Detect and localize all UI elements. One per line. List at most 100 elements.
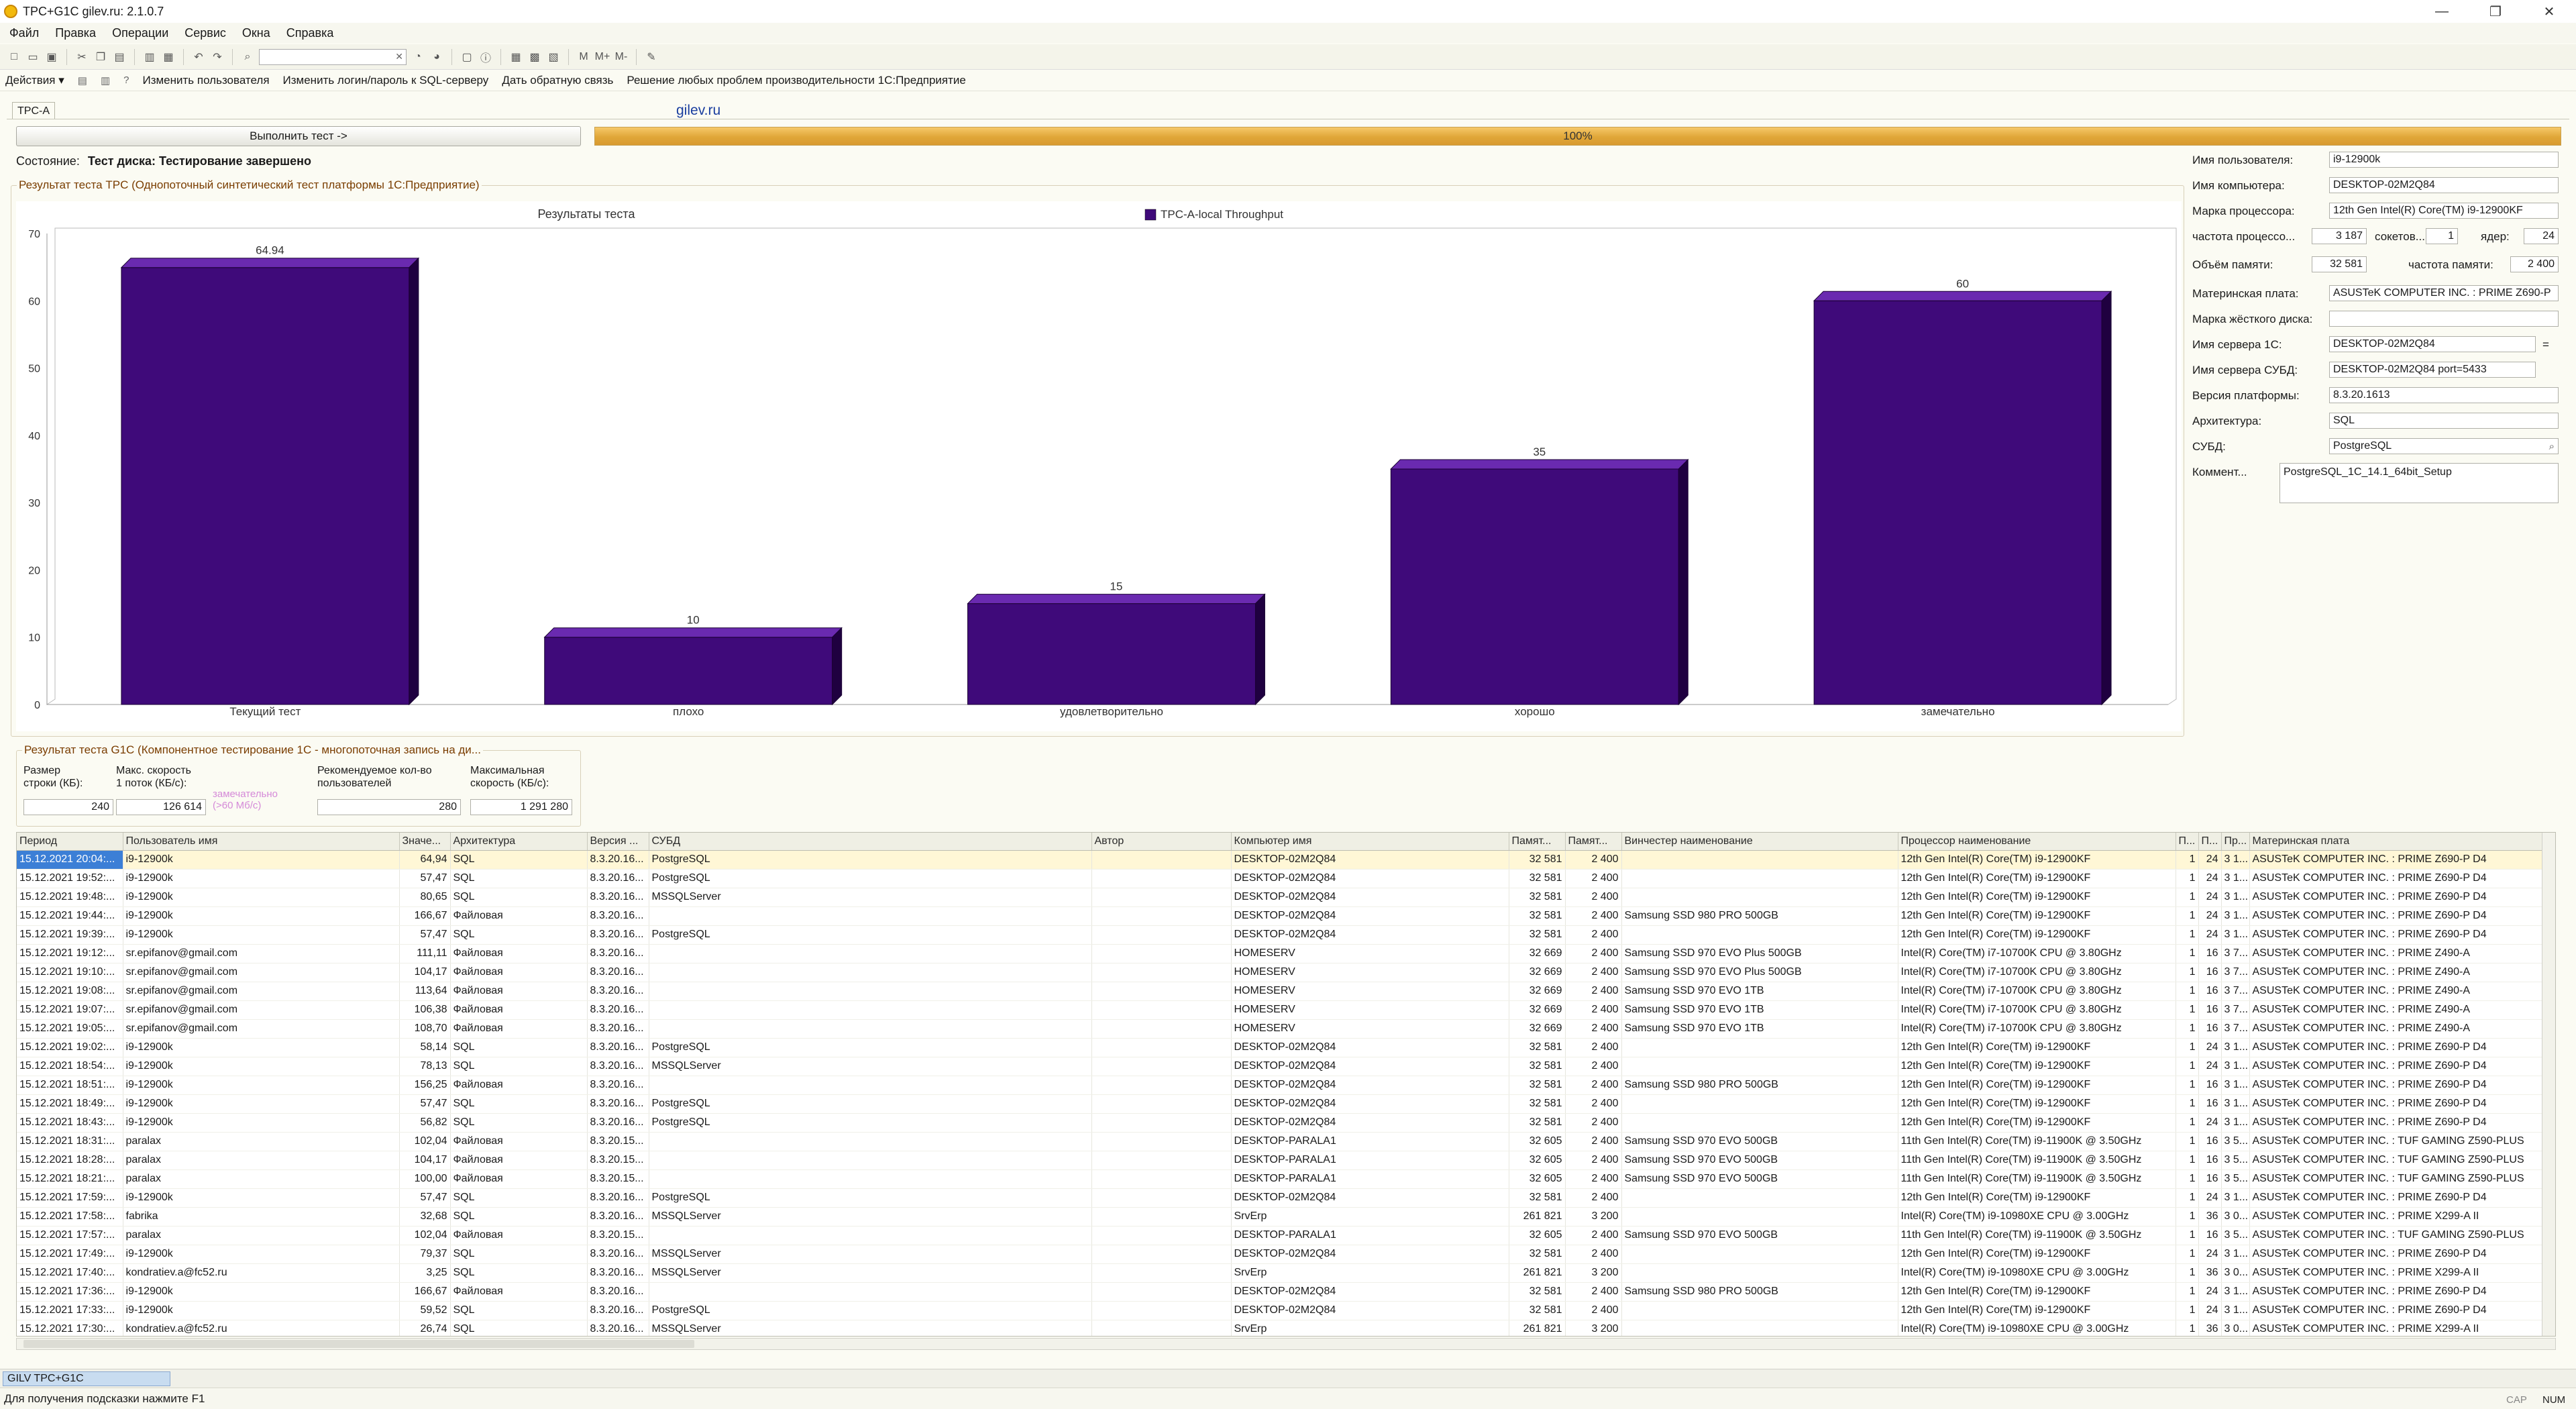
clear-icon[interactable]: ✕ xyxy=(395,51,403,62)
column-header[interactable]: Памят... xyxy=(1509,833,1566,851)
table-row[interactable]: 15.12.2021 17:30:... kondratiev.a@fc52.ru… xyxy=(17,1320,2544,1336)
column-header[interactable]: СУБД xyxy=(649,833,1092,851)
column-header[interactable]: Процессор наименование xyxy=(1898,833,2176,851)
column-header[interactable]: Памят... xyxy=(1565,833,1622,851)
menu-file[interactable]: Файл xyxy=(9,26,39,40)
table-row[interactable]: 15.12.2021 18:54:... i9-12900k 78,13 SQL 8.3… xyxy=(17,1057,2544,1076)
sockets-field[interactable]: 1 xyxy=(2426,228,2458,244)
table-row[interactable]: 15.12.2021 17:59:... i9-12900k 57,47 SQL 8.3… xyxy=(17,1188,2544,1208)
menu-service[interactable]: Сервис xyxy=(184,26,226,40)
table-row[interactable]: 15.12.2021 19:10:... sr.epifanov@gmail.co… xyxy=(17,963,2544,982)
site-link[interactable]: gilev.ru xyxy=(676,103,720,119)
table-row[interactable]: 15.12.2021 19:02:... i9-12900k 58,14 SQL 8.3… xyxy=(17,1038,2544,1057)
redo-icon[interactable]: ↷ xyxy=(210,50,225,64)
run-test-button[interactable]: Выполнить тест -> xyxy=(16,126,581,146)
table-row[interactable]: 15.12.2021 19:44:... i9-12900k 166,67 Файло… xyxy=(17,906,2544,926)
platform-field[interactable]: 8.3.20.1613 xyxy=(2329,387,2559,403)
column-header[interactable]: Пользователь имя xyxy=(123,833,400,851)
column-header[interactable]: П... xyxy=(2176,833,2199,851)
undo-icon[interactable]: ↶ xyxy=(191,50,206,64)
scroll-thumb[interactable] xyxy=(23,1340,694,1348)
cores-field[interactable]: 24 xyxy=(2524,228,2559,244)
change-sql-login-link[interactable]: Изменить логин/пароль к SQL-серверу xyxy=(283,74,489,87)
table-row[interactable]: 15.12.2021 17:36:... i9-12900k 166,67 Файло… xyxy=(17,1282,2544,1302)
table-row[interactable]: 15.12.2021 19:05:... sr.epifanov@gmail.co… xyxy=(17,1019,2544,1039)
column-header[interactable]: Архитектура xyxy=(450,833,588,851)
server-1c-field[interactable]: DESKTOP-02M2Q84 xyxy=(2329,336,2536,352)
menu-edit[interactable]: Правка xyxy=(55,26,96,40)
actions-menu[interactable]: Действия ▾ xyxy=(5,74,64,87)
feedback-link[interactable]: Дать обратную связь xyxy=(502,74,613,87)
print-icon[interactable]: ▥ xyxy=(142,50,157,64)
performance-link[interactable]: Решение любых проблем производительности… xyxy=(627,74,966,87)
new-doc-icon[interactable]: □ xyxy=(7,50,21,64)
table-row[interactable]: 15.12.2021 19:52:... i9-12900k 57,47 SQL 8.3… xyxy=(17,869,2544,888)
column-header[interactable]: П... xyxy=(2198,833,2222,851)
open-folder-icon[interactable]: ▭ xyxy=(25,50,40,64)
column-header[interactable]: Материнская плата xyxy=(2249,833,2544,851)
dbms-field[interactable]: PostgreSQL ⌕ xyxy=(2329,438,2559,454)
find-next-icon[interactable]: ◔ xyxy=(411,50,425,64)
cpu-field[interactable]: 12th Gen Intel(R) Core(TM) i9-12900KF xyxy=(2329,203,2559,219)
tab-tpc-a[interactable]: TPC-A xyxy=(12,102,55,119)
calculator-icon[interactable]: ▦ xyxy=(508,50,523,64)
table-row[interactable]: 15.12.2021 19:48:... i9-12900k 80,65 SQL 8.3… xyxy=(17,888,2544,907)
arch-field[interactable]: SQL xyxy=(2329,413,2559,429)
cpu-freq-field[interactable]: 3 187 xyxy=(2312,228,2367,244)
db-server-field[interactable]: DESKTOP-02M2Q84 port=5433 xyxy=(2329,362,2536,378)
find-prev-icon[interactable]: ◕ xyxy=(429,50,444,64)
table-row[interactable]: 15.12.2021 18:21:... paralax 100,00 Файлова… xyxy=(17,1169,2544,1189)
ram-field[interactable]: 32 581 xyxy=(2312,256,2367,272)
copy-icon[interactable]: ❐ xyxy=(93,50,108,64)
menu-operations[interactable]: Операции xyxy=(112,26,168,40)
column-header[interactable]: Винчестер наименование xyxy=(1621,833,1898,851)
table-row[interactable]: 15.12.2021 17:40:... kondratiev.a@fc52.ru… xyxy=(17,1263,2544,1283)
column-header[interactable]: Автор xyxy=(1091,833,1232,851)
menu-help[interactable]: Справка xyxy=(286,26,334,40)
vertical-scrollbar[interactable] xyxy=(2542,833,2555,1336)
table-row[interactable]: 15.12.2021 17:49:... i9-12900k 79,37 SQL 8.3… xyxy=(17,1245,2544,1264)
table-row[interactable]: 15.12.2021 19:39:... i9-12900k 57,47 SQL 8.3… xyxy=(17,925,2544,945)
table-row[interactable]: 15.12.2021 18:31:... paralax 102,04 Файлова… xyxy=(17,1132,2544,1151)
restore-button[interactable]: ❐ xyxy=(2469,0,2522,23)
memory-plus-icon[interactable]: M+ xyxy=(595,50,610,64)
row-size-field[interactable]: 240 xyxy=(23,799,113,815)
clipboard-icon[interactable]: ▧ xyxy=(546,50,561,64)
column-header[interactable]: Пр... xyxy=(2221,833,2250,851)
table-row[interactable]: 15.12.2021 17:57:... paralax 102,04 Файлова… xyxy=(17,1226,2544,1245)
column-header[interactable]: Версия ... xyxy=(587,833,649,851)
table-row[interactable]: 15.12.2021 19:08:... sr.epifanov@gmail.co… xyxy=(17,982,2544,1001)
ram-freq-field[interactable]: 2 400 xyxy=(2510,256,2559,272)
table-row[interactable]: 15.12.2021 17:58:... fabrika 32,68 SQL 8.3.2… xyxy=(17,1207,2544,1227)
table-row[interactable]: 15.12.2021 19:07:... sr.epifanov@gmail.co… xyxy=(17,1000,2544,1020)
motherboard-field[interactable]: ASUSTeK COMPUTER INC. : PRIME Z690-P xyxy=(2329,285,2559,301)
export-icon[interactable]: ▥ xyxy=(101,74,110,87)
taskbar-window-item[interactable]: GILV TPC+G1C xyxy=(3,1371,170,1386)
table-row[interactable]: 15.12.2021 20:04:... i9-12900k 64,94 SQL 8.3… xyxy=(17,850,2544,870)
computer-field[interactable]: DESKTOP-02M2Q84 xyxy=(2329,177,2559,193)
window-icon[interactable]: ▢ xyxy=(460,50,474,64)
max-speed-field[interactable]: 1 291 280 xyxy=(470,799,572,815)
memory-minus-icon[interactable]: M- xyxy=(614,50,629,64)
table-row[interactable]: 15.12.2021 18:49:... i9-12900k 57,47 SQL 8.3… xyxy=(17,1094,2544,1114)
horizontal-scrollbar[interactable] xyxy=(16,1338,2556,1350)
comment-field[interactable]: PostgreSQL_1C_14.1_64bit_Setup xyxy=(2279,463,2559,503)
disk-field[interactable] xyxy=(2329,311,2559,327)
menu-windows[interactable]: Окна xyxy=(242,26,270,40)
recommended-users-field[interactable]: 280 xyxy=(317,799,461,815)
search-combo[interactable]: ✕ xyxy=(259,48,407,65)
max-speed-1-field[interactable]: 126 614 xyxy=(116,799,206,815)
column-header[interactable]: Период xyxy=(17,833,123,851)
user-field[interactable]: i9-12900k xyxy=(2329,152,2559,168)
table-row[interactable]: 15.12.2021 18:51:... i9-12900k 156,25 Файло… xyxy=(17,1076,2544,1095)
paste-icon[interactable]: ▤ xyxy=(112,50,127,64)
cut-icon[interactable]: ✂ xyxy=(74,50,89,64)
memory-icon[interactable]: M xyxy=(576,50,591,64)
preview-icon[interactable]: ▦ xyxy=(161,50,176,64)
column-header[interactable]: Значе... xyxy=(399,833,451,851)
list-icon[interactable]: ▤ xyxy=(78,74,87,87)
minimize-button[interactable]: — xyxy=(2415,0,2469,23)
save-icon[interactable]: ▣ xyxy=(44,50,59,64)
search-icon[interactable]: ⌕ xyxy=(2549,441,2555,452)
table-row[interactable]: 15.12.2021 18:28:... paralax 104,17 Файлова… xyxy=(17,1151,2544,1170)
